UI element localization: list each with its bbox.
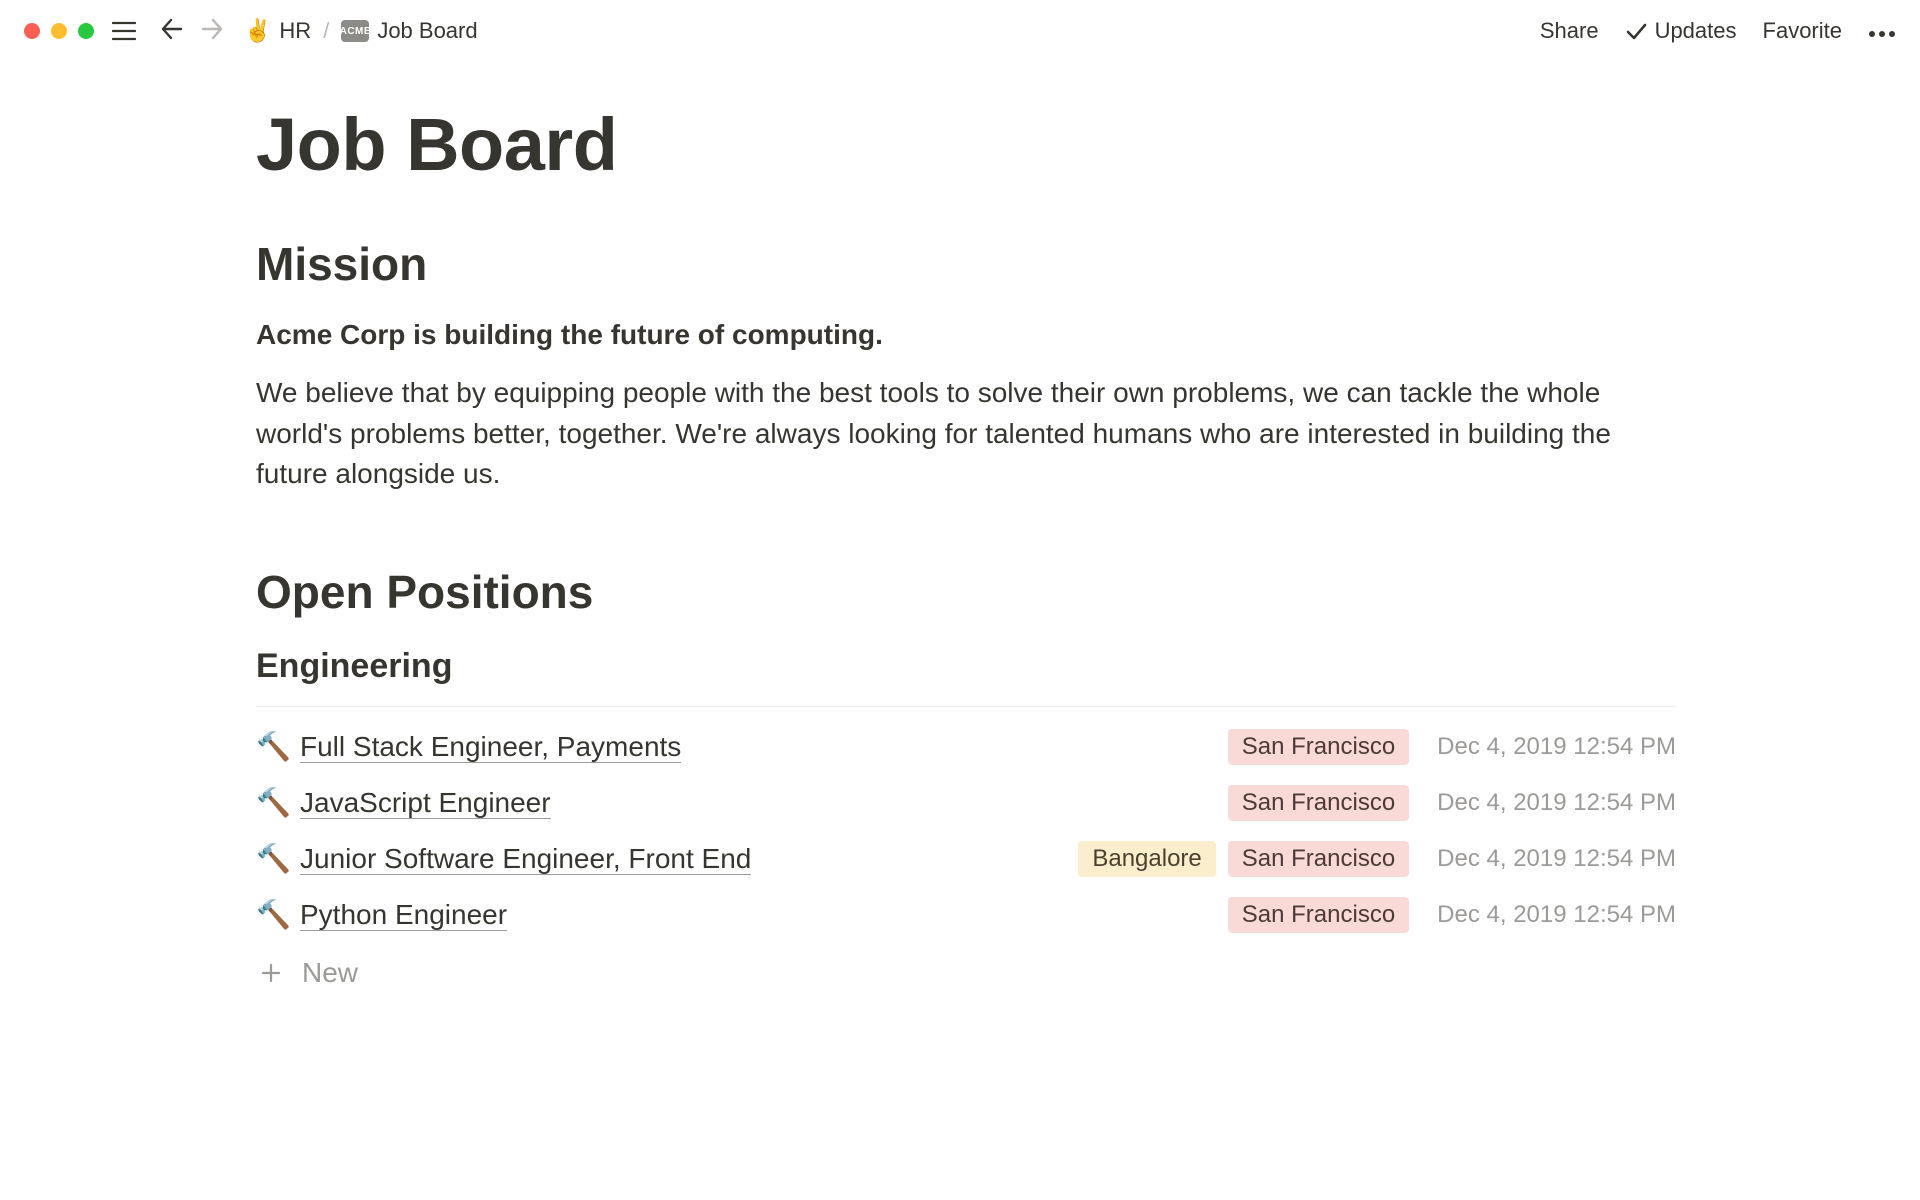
- nav-back-button[interactable]: [158, 16, 184, 47]
- new-job-label: New: [302, 957, 358, 989]
- job-tags: San Francisco: [1228, 897, 1437, 933]
- job-row[interactable]: 🔨Full Stack Engineer, Payments San Franci…: [256, 719, 1676, 775]
- location-tag[interactable]: San Francisco: [1228, 785, 1409, 821]
- job-title-link[interactable]: Full Stack Engineer, Payments: [300, 731, 681, 763]
- job-tags: Bangalore San Francisco: [1078, 841, 1437, 877]
- job-date: Dec 4, 2019 12:54 PM: [1437, 901, 1676, 929]
- updates-label: Updates: [1655, 18, 1737, 44]
- hammer-icon: 🔨: [256, 898, 300, 931]
- nav-arrows: [158, 16, 226, 47]
- peace-emoji-icon: ✌️: [244, 18, 271, 44]
- breadcrumb-label: Job Board: [377, 18, 477, 44]
- job-row[interactable]: 🔨JavaScript Engineer San Francisco Dec 4, …: [256, 775, 1676, 831]
- job-date: Dec 4, 2019 12:54 PM: [1437, 845, 1676, 873]
- breadcrumb-separator: /: [323, 18, 329, 44]
- new-job-button[interactable]: New: [256, 943, 1676, 989]
- job-tags: San Francisco: [1228, 785, 1437, 821]
- window-zoom-button[interactable]: [78, 23, 94, 39]
- job-date: Dec 4, 2019 12:54 PM: [1437, 733, 1676, 761]
- breadcrumb-item-hr[interactable]: ✌️ HR: [244, 18, 311, 44]
- mission-heading[interactable]: Mission: [256, 237, 1680, 291]
- location-tag[interactable]: Bangalore: [1078, 841, 1215, 877]
- position-group-heading[interactable]: Engineering: [256, 647, 1680, 686]
- mission-body[interactable]: We believe that by equipping people with…: [256, 373, 1676, 495]
- window-traffic-lights: [24, 23, 94, 39]
- sidebar-toggle-icon[interactable]: [112, 21, 136, 41]
- hammer-icon: 🔨: [256, 842, 300, 875]
- checkmark-icon: [1625, 20, 1647, 42]
- breadcrumb-label: HR: [279, 18, 311, 44]
- plus-icon: [258, 960, 284, 986]
- hammer-icon: 🔨: [256, 730, 300, 763]
- breadcrumb-item-job-board[interactable]: ACME Job Board: [341, 18, 477, 44]
- job-tags: San Francisco: [1228, 729, 1437, 765]
- breadcrumb: ✌️ HR / ACME Job Board: [244, 18, 478, 44]
- window-close-button[interactable]: [24, 23, 40, 39]
- more-menu-icon[interactable]: [1868, 18, 1896, 44]
- hammer-icon: 🔨: [256, 786, 300, 819]
- page-title[interactable]: Job Board: [256, 102, 1680, 187]
- job-title-link[interactable]: Junior Software Engineer, Front End: [300, 843, 751, 875]
- job-title-link[interactable]: Python Engineer: [300, 899, 507, 931]
- share-button[interactable]: Share: [1540, 18, 1599, 44]
- acme-badge-icon: ACME: [341, 20, 369, 42]
- favorite-button[interactable]: Favorite: [1763, 18, 1842, 44]
- topbar-actions: Share Updates Favorite: [1540, 18, 1896, 44]
- divider: [256, 706, 1676, 707]
- job-title-link[interactable]: JavaScript Engineer: [300, 787, 551, 819]
- job-row[interactable]: 🔨Python Engineer San Francisco Dec 4, 2019…: [256, 887, 1676, 943]
- window-minimize-button[interactable]: [51, 23, 67, 39]
- location-tag[interactable]: San Francisco: [1228, 841, 1409, 877]
- job-row[interactable]: 🔨Junior Software Engineer, Front End Bang…: [256, 831, 1676, 887]
- top-toolbar: ✌️ HR / ACME Job Board Share Updates Fav…: [0, 0, 1920, 62]
- page-content: Job Board Mission Acme Corp is building …: [0, 62, 1680, 989]
- nav-forward-button[interactable]: [200, 16, 226, 47]
- location-tag[interactable]: San Francisco: [1228, 897, 1409, 933]
- open-positions-heading[interactable]: Open Positions: [256, 565, 1680, 619]
- location-tag[interactable]: San Francisco: [1228, 729, 1409, 765]
- updates-button[interactable]: Updates: [1625, 18, 1737, 44]
- mission-lead[interactable]: Acme Corp is building the future of comp…: [256, 319, 1680, 351]
- job-date: Dec 4, 2019 12:54 PM: [1437, 789, 1676, 817]
